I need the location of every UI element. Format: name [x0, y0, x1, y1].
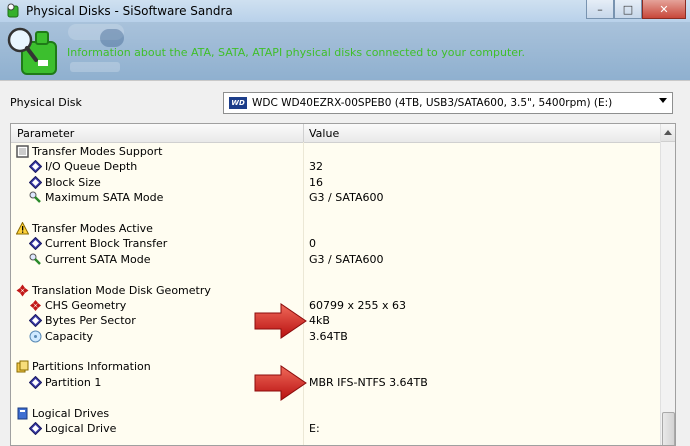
geometry-icon — [16, 284, 29, 297]
parameter-cell: Partition 1 — [45, 375, 102, 389]
sandra-logo-icon — [7, 27, 57, 75]
table-spacer-row — [11, 344, 663, 359]
parameter-cell: Current SATA Mode — [45, 252, 151, 266]
table-row[interactable]: Partition 1 MBR IFS-NTFS 3.64TB — [11, 375, 663, 390]
table-body: Transfer Modes Support I/O Queue Depth 32 B… — [11, 144, 663, 436]
table-section-row[interactable]: Translation Mode Disk Geometry — [11, 283, 663, 298]
red-arrow-icon — [254, 365, 307, 401]
diamond-icon — [29, 160, 42, 174]
parameter-cell: I/O Queue Depth — [45, 160, 138, 174]
table-row[interactable]: Current SATA Mode G3 / SATA600 — [11, 252, 663, 267]
diamond-icon — [29, 314, 42, 328]
close-button[interactable]: ✕ — [642, 0, 686, 19]
sandra-app-icon — [7, 3, 19, 18]
value-cell: 60799 x 255 x 63 — [309, 298, 406, 312]
table-row[interactable]: Current Block Transfer 0 — [11, 236, 663, 251]
table-spacer-row — [11, 206, 663, 221]
red-arrow-icon — [254, 303, 307, 339]
parameter-cell: CHS Geometry — [45, 298, 127, 312]
title-bar: Physical Disks - SiSoftware Sandra – □ ✕ — [0, 0, 690, 23]
parameter-cell: Translation Mode Disk Geometry — [32, 283, 211, 297]
value-cell: 0 — [309, 237, 316, 251]
table-row[interactable]: Logical Drive E: — [11, 421, 663, 436]
column-header-value[interactable]: Value — [309, 127, 339, 140]
window-controls: – □ ✕ — [586, 0, 686, 20]
properties-table: Parameter Value Transfer Modes Support I/… — [10, 123, 676, 446]
wd-logo-icon: WD — [229, 97, 247, 109]
maximize-button[interactable]: □ — [614, 0, 642, 19]
physical-disk-label: Physical Disk — [10, 96, 82, 109]
logical-drives-icon — [17, 407, 28, 420]
geometry-small-icon — [30, 299, 41, 311]
parameter-cell: Partitions Information — [32, 360, 151, 374]
info-banner: Information about the ATA, SATA, ATAPI p… — [0, 22, 690, 80]
table-spacer-row — [11, 390, 663, 405]
parameter-cell: Transfer Modes Active — [32, 221, 153, 235]
table-section-row[interactable]: Transfer Modes Active — [11, 221, 663, 236]
vertical-scrollbar[interactable] — [660, 124, 675, 445]
table-row[interactable]: Capacity 3.64TB — [11, 329, 663, 344]
table-spacer-row — [11, 267, 663, 282]
diamond-icon — [29, 375, 42, 389]
parameter-cell: Current Block Transfer — [45, 237, 168, 251]
banner-decoration — [100, 29, 124, 47]
parameter-cell: Bytes Per Sector — [45, 314, 136, 328]
parameter-cell: Capacity — [45, 329, 94, 343]
value-cell: G3 / SATA600 — [309, 252, 384, 266]
capacity-icon — [29, 330, 42, 343]
scroll-up-button[interactable] — [661, 124, 675, 142]
probe-icon — [29, 191, 41, 204]
chevron-down-icon[interactable] — [659, 98, 667, 103]
window-title: Physical Disks - SiSoftware Sandra — [26, 4, 233, 18]
table-row[interactable]: Bytes Per Sector 4kB — [11, 313, 663, 328]
table-section-row[interactable]: Logical Drives — [11, 406, 663, 421]
table-section-row[interactable]: Transfer Modes Support — [11, 144, 663, 159]
physical-disk-dropdown[interactable]: WD WDC WD40EZRX-00SPEB0 (4TB, USB3/SATA6… — [223, 92, 673, 114]
value-cell: 3.64TB — [309, 329, 348, 343]
diamond-icon — [29, 237, 42, 251]
diamond-icon — [29, 175, 42, 189]
table-section-row[interactable]: Partitions Information — [11, 359, 663, 374]
diamond-icon — [29, 422, 42, 436]
banner-description: Information about the ATA, SATA, ATAPI p… — [67, 46, 526, 59]
partitions-icon — [16, 360, 29, 373]
value-cell: 16 — [309, 175, 323, 189]
parameter-cell: Transfer Modes Support — [32, 145, 163, 158]
column-header-parameter[interactable]: Parameter — [17, 127, 74, 140]
value-cell: 4kB — [309, 314, 330, 328]
value-cell: MBR IFS-NTFS 3.64TB — [309, 375, 428, 389]
column-divider[interactable] — [303, 124, 304, 142]
transfer-modes-icon — [16, 145, 29, 158]
parameter-cell: Block Size — [45, 175, 101, 189]
minimize-button[interactable]: – — [586, 0, 614, 19]
probe-icon — [29, 253, 41, 265]
parameter-cell: Logical Drives — [32, 406, 110, 420]
physical-disk-value: WDC WD40EZRX-00SPEB0 (4TB, USB3/SATA600,… — [252, 97, 613, 109]
main-panel: Physical Disk WD WDC WD40EZRX-00SPEB0 (4… — [0, 80, 690, 446]
table-row[interactable]: Block Size 16 — [11, 175, 663, 190]
warning-icon — [16, 221, 29, 235]
parameter-cell: Maximum SATA Mode — [45, 191, 164, 205]
value-cell: G3 / SATA600 — [309, 191, 384, 205]
table-row[interactable]: I/O Queue Depth 32 — [11, 159, 663, 174]
table-header: Parameter Value — [11, 124, 663, 143]
parameter-cell: Logical Drive — [45, 422, 117, 436]
table-row[interactable]: Maximum SATA Mode G3 / SATA600 — [11, 190, 663, 205]
value-cell: E: — [309, 422, 320, 436]
banner-decoration — [70, 62, 120, 72]
value-cell: 32 — [309, 160, 323, 174]
scroll-thumb[interactable] — [662, 412, 675, 445]
table-row[interactable]: CHS Geometry 60799 x 255 x 63 — [11, 298, 663, 313]
